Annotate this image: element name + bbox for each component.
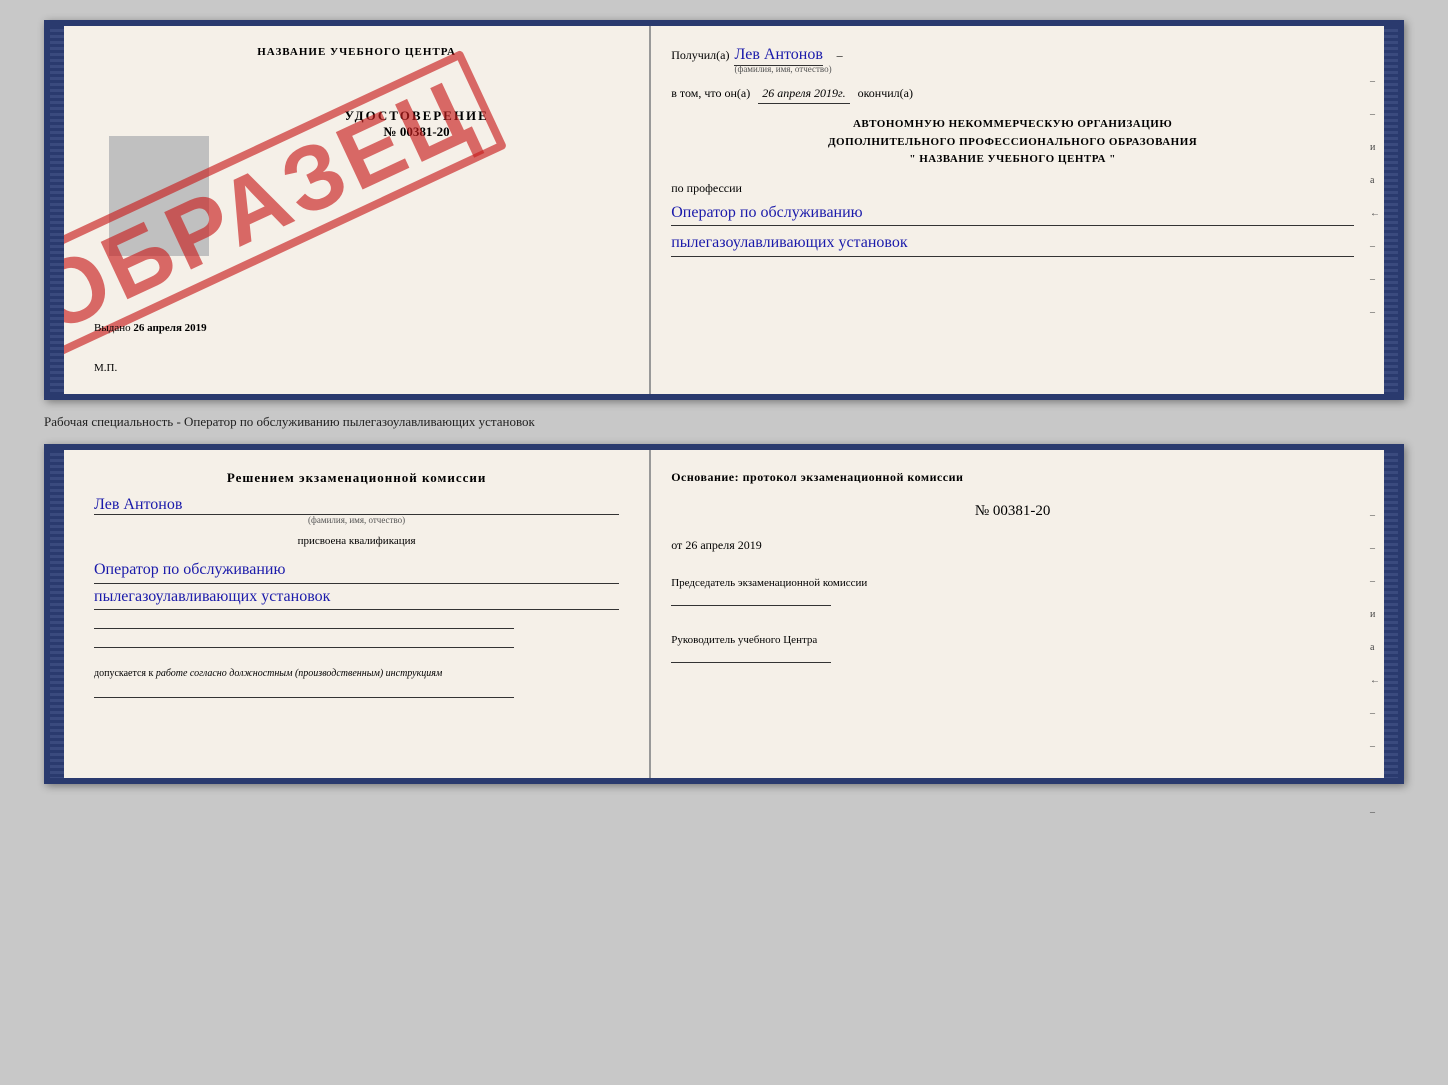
rukov-block: Руководитель учебного Центра [671, 634, 1354, 663]
chairman-title: Председатель экзаменационной комиссии [671, 577, 867, 589]
udostoverenie-block: УДОСТОВЕРЕНИЕ № 00381-20 [214, 108, 619, 140]
cert-title: НАЗВАНИЕ УЧЕБНОГО ЦЕНТРА [94, 46, 619, 58]
separator-text: Рабочая специальность - Оператор по обсл… [44, 408, 1404, 436]
v-tom-chto: в том, что он(а) [671, 86, 750, 101]
bottom-right-page: Основание: протокол экзаменационной коми… [651, 450, 1384, 778]
org-name: " НАЗВАНИЕ УЧЕБНОГО ЦЕНТРА " [671, 151, 1354, 169]
ot-label: от [671, 538, 682, 552]
vydano-block: Выдано 26 апреля 2019 [94, 322, 207, 334]
book-spine-left [50, 26, 64, 394]
udostoverenie-label: УДОСТОВЕРЕНИЕ [214, 108, 619, 124]
sign-line-left [94, 628, 514, 629]
profession-line1: Оператор по обслуживанию [671, 200, 1354, 227]
dash-after-name: – [837, 48, 843, 63]
sign-line-left3 [94, 697, 514, 698]
vydano-date: 26 апреля 2019 [133, 322, 206, 334]
dopusk-value: работе согласно должностным (производств… [156, 668, 442, 679]
org-line1: АВТОНОМНУЮ НЕКОММЕРЧЕСКУЮ ОРГАНИЗАЦИЮ [671, 116, 1354, 134]
recipient-name-block: Лев Антонов (фамилия, имя, отчество) [734, 46, 831, 74]
cert-number: № 00381-20 [214, 124, 619, 140]
bottom-spine-right [1384, 450, 1398, 778]
commission-title: Решением экзаменационной комиссии [94, 470, 619, 486]
chairman-sign-line [671, 605, 831, 606]
rukov-title: Руководитель учебного Центра [671, 634, 817, 646]
po-professii: по профессии [671, 181, 742, 195]
recipient-line: Получил(а) Лев Антонов (фамилия, имя, от… [671, 46, 1354, 74]
rukov-sign-line [671, 662, 831, 663]
commission-name-block: Лев Антонов (фамилия, имя, отчество) [94, 496, 619, 525]
bottom-certificate: Решением экзаменационной комиссии Лев Ан… [44, 444, 1404, 784]
vydano-label: Выдано [94, 322, 131, 334]
bottom-left-page: Решением экзаменационной комиссии Лев Ан… [64, 450, 651, 778]
bottom-spine-left [50, 450, 64, 778]
bottom-side-marks: – – – и а ← – – – – [1370, 510, 1380, 818]
commission-fio-label: (фамилия, имя, отчество) [94, 515, 619, 525]
qual-line2: пылегазоулавливающих установок [94, 584, 619, 611]
side-marks-top: – – и а ← – – – [1370, 76, 1380, 318]
qualification-block: Оператор по обслуживанию пылегазоулавлив… [94, 557, 619, 610]
chairman-block: Председатель экзаменационной комиссии [671, 577, 1354, 606]
qual-line1: Оператор по обслуживанию [94, 557, 619, 584]
poluchil-label: Получил(а) [671, 48, 729, 63]
osnov-number: № 00381-20 [671, 503, 1354, 520]
fio-label: (фамилия, имя, отчество) [734, 64, 831, 74]
assigned-label: присвоена квалификация [94, 535, 619, 547]
right-page-top: Получил(а) Лев Антонов (фамилия, имя, от… [651, 26, 1384, 394]
commission-name: Лев Антонов [94, 496, 619, 515]
date-line: в том, что он(а) 26 апреля 2019г. окончи… [671, 86, 1354, 104]
profession-block: по профессии Оператор по обслуживанию пы… [671, 181, 1354, 257]
osnov-block: Основание: протокол экзаменационной коми… [671, 470, 1354, 485]
mp-block: М.П. [94, 362, 117, 374]
book-spine-right [1384, 26, 1398, 394]
left-page-top: НАЗВАНИЕ УЧЕБНОГО ЦЕНТРА УДОСТОВЕРЕНИЕ №… [64, 26, 651, 394]
sign-line-left2 [94, 647, 514, 648]
document-container: НАЗВАНИЕ УЧЕБНОГО ЦЕНТРА УДОСТОВЕРЕНИЕ №… [44, 20, 1404, 784]
org-block: АВТОНОМНУЮ НЕКОММЕРЧЕСКУЮ ОРГАНИЗАЦИЮ ДО… [671, 116, 1354, 169]
top-certificate: НАЗВАНИЕ УЧЕБНОГО ЦЕНТРА УДОСТОВЕРЕНИЕ №… [44, 20, 1404, 400]
osnov-date: от 26 апреля 2019 [671, 538, 1354, 553]
profession-line2: пылегазоулавливающих установок [671, 230, 1354, 257]
photo-placeholder [109, 136, 209, 256]
date-value: 26 апреля 2019г. [758, 86, 849, 104]
dopuskaetsya-label: допускается к [94, 668, 153, 679]
org-line2: ДОПОЛНИТЕЛЬНОГО ПРОФЕССИОНАЛЬНОГО ОБРАЗО… [671, 134, 1354, 152]
okonchil: окончил(а) [858, 86, 913, 101]
recipient-name: Лев Антонов [734, 46, 822, 66]
allowed-block: допускается к работе согласно должностны… [94, 668, 619, 679]
ot-date: 26 апреля 2019 [685, 538, 761, 552]
